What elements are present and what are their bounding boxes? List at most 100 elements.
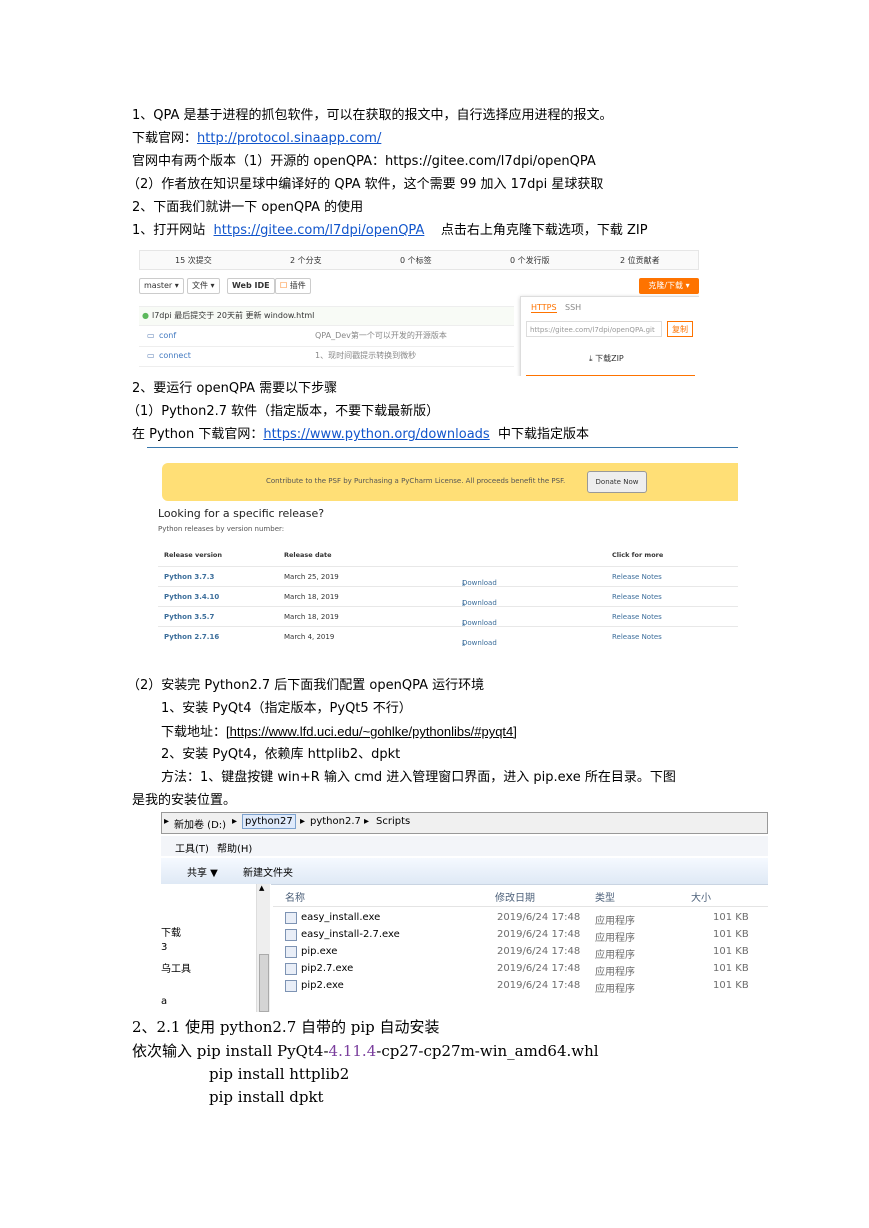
crumb-python2-7[interactable]: python2.7	[310, 816, 361, 827]
release-version[interactable]: Python 2.7.16	[164, 633, 219, 641]
file-type: 应用程序	[595, 984, 635, 995]
tags-stat[interactable]: 0 个标签	[400, 255, 432, 266]
exe-file-icon	[285, 963, 297, 975]
clone-panel: HTTPS SSH https://gitee.com/l7dpi/openQP…	[520, 296, 699, 376]
gitee-screenshot: 15 次提交 2 个分支 0 个标签 0 个发行版 2 位贡献者 master …	[139, 246, 699, 376]
col-type[interactable]: 类型	[595, 889, 615, 904]
nav-item[interactable]: 乌工具	[161, 960, 191, 975]
copy-button[interactable]: 复制	[667, 321, 693, 337]
crumb-scripts[interactable]: Scripts	[376, 816, 410, 827]
python-downloads-link[interactable]: https://www.python.org/downloads	[263, 427, 489, 442]
nav-item[interactable]: a	[161, 996, 167, 1007]
crumb-arrow-icon: ▸	[232, 816, 238, 827]
file-row[interactable]: ▭ connect 1、现时间戳提示转换到微秒	[139, 346, 514, 367]
release-version[interactable]: Python 3.4.10	[164, 593, 219, 601]
top-rule	[147, 447, 738, 448]
file-type: 应用程序	[595, 916, 635, 927]
file-type: 应用程序	[595, 950, 635, 961]
file-type: 应用程序	[595, 967, 635, 978]
para-versions: 官网中有两个版本（1）开源的 openQPA：https://gitee.com…	[132, 154, 596, 169]
nav-item[interactable]: 下载	[161, 924, 181, 939]
file-size: 101 KB	[713, 912, 749, 923]
col-click-more: Click for more	[612, 551, 664, 559]
file-row[interactable]: pip.exe 2019/6/24 17:48 应用程序 101 KB	[273, 944, 768, 961]
cmd-httplib2: pip install httplib2	[209, 1065, 350, 1083]
file-name[interactable]: pip2.7.exe	[301, 963, 353, 974]
web-ide-button[interactable]: Web IDE	[227, 278, 275, 294]
clone-download-button[interactable]: 克隆/下载 ▾	[639, 278, 699, 294]
nav-scrollbar[interactable]: ▲	[256, 884, 270, 1012]
command-bar: 共享 ▼ 新建文件夹	[161, 858, 768, 885]
release-date: March 18, 2019	[284, 613, 339, 621]
clone-url-input[interactable]: https://gitee.com/l7dpi/openQPA.git	[526, 321, 662, 337]
file-name[interactable]: pip.exe	[301, 946, 337, 957]
column-header: 名称 修改日期 类型 大小	[273, 884, 768, 907]
file-row[interactable]: easy_install-2.7.exe 2019/6/24 17:48 应用程…	[273, 927, 768, 944]
plugin-icon: ☐	[280, 281, 288, 290]
plugin-button[interactable]: ☐ 插件	[275, 278, 311, 294]
para-install-pyqt4: 1、安装 PyQt4（指定版本，PyQt5 不行）	[161, 701, 412, 716]
release-notes-link[interactable]: Release Notes	[612, 633, 662, 641]
col-modified[interactable]: 修改日期	[495, 889, 535, 904]
cmd-pyqt4-prefix: 依次输入 pip install PyQt4-	[132, 1042, 329, 1060]
menu-help[interactable]: 帮助(H)	[217, 840, 252, 855]
crumb-arrow-icon: ▸	[364, 816, 370, 827]
file-row[interactable]: ▭ conf QPA_Dev第一个可以开发的开源版本	[139, 326, 514, 347]
col-size[interactable]: 大小	[691, 889, 711, 904]
download-zip-button[interactable]: ⤓ 下载ZIP	[589, 353, 624, 364]
release-row: Python 3.5.7 March 18, 2019 ⤓ Download R…	[158, 606, 738, 627]
commits-stat[interactable]: 15 次提交	[175, 255, 212, 266]
gitee-link[interactable]: https://gitee.com/l7dpi/openQPA	[214, 223, 425, 238]
release-subheading: Python releases by version number:	[158, 525, 285, 533]
file-row[interactable]: easy_install.exe 2019/6/24 17:48 应用程序 10…	[273, 910, 768, 927]
branch-select[interactable]: master ▾	[139, 278, 184, 294]
cmd-pyqt4-suffix: -cp27-cp27m-win_amd64.whl	[376, 1042, 599, 1060]
file-name[interactable]: easy_install.exe	[301, 912, 380, 923]
file-row[interactable]: pip2.exe 2019/6/24 17:48 应用程序 101 KB	[273, 978, 768, 995]
para-pip-auto-install: 2、2.1 使用 python2.7 自带的 pip 自动安装	[132, 1018, 440, 1036]
crumb-arrow-icon: ▸	[300, 816, 306, 827]
release-notes-link[interactable]: Release Notes	[612, 573, 662, 581]
scroll-thumb[interactable]	[259, 954, 269, 1012]
tab-https[interactable]: HTTPS	[531, 303, 557, 313]
file-row-msg: QPA_Dev第一个可以开发的开源版本	[315, 331, 447, 340]
open-site-label: 1、打开网站	[132, 223, 206, 238]
col-name[interactable]: 名称	[285, 889, 305, 904]
release-notes-link[interactable]: Release Notes	[612, 593, 662, 601]
cmd-dpkt: pip install dpkt	[209, 1088, 324, 1106]
crumb-python27[interactable]: python27	[242, 814, 296, 829]
file-date: 2019/6/24 17:48	[497, 963, 581, 974]
release-version[interactable]: Python 3.7.3	[164, 573, 214, 581]
address-bar[interactable]: ▸ 新加卷 (D:) ▸ python27 ▸ python2.7 ▸ Scri…	[161, 812, 768, 834]
release-row: Python 2.7.16 March 4, 2019 ⤓ Download R…	[158, 626, 738, 647]
tab-ssh[interactable]: SSH	[565, 303, 581, 312]
share-button[interactable]: 共享 ▼	[187, 864, 218, 879]
explorer-screenshot: ▸ 新加卷 (D:) ▸ python27 ▸ python2.7 ▸ Scri…	[161, 812, 768, 1012]
menu-tools[interactable]: 工具(T)	[175, 840, 209, 855]
branches-stat[interactable]: 2 个分支	[290, 255, 322, 266]
pyqt4-link[interactable]: [https://www.lfd.uci.edu/~gohlke/pythonl…	[226, 724, 517, 739]
donate-button[interactable]: Donate Now	[587, 471, 647, 493]
crumb-drive[interactable]: 新加卷 (D:)	[174, 816, 226, 831]
file-date: 2019/6/24 17:48	[497, 929, 581, 940]
file-row[interactable]: pip2.7.exe 2019/6/24 17:48 应用程序 101 KB	[273, 961, 768, 978]
new-folder-button[interactable]: 新建文件夹	[243, 864, 293, 879]
release-notes-link[interactable]: Release Notes	[612, 613, 662, 621]
file-row-msg: 1、现时间戳提示转换到微秒	[315, 351, 417, 360]
releases-stat[interactable]: 0 个发行版	[510, 255, 550, 266]
para-method: 方法：1、键盘按键 win+R 输入 cmd 进入管理窗口界面，进入 pip.e…	[161, 770, 676, 785]
file-name[interactable]: pip2.exe	[301, 980, 344, 991]
avatar: ●	[142, 311, 149, 320]
para-openqpa-usage: 2、下面我们就讲一下 openQPA 的使用	[132, 200, 364, 215]
file-size: 101 KB	[713, 946, 749, 957]
download-icon: ⤓	[589, 354, 593, 363]
file-name[interactable]: easy_install-2.7.exe	[301, 929, 400, 940]
contributors-stat[interactable]: 2 位贡献者	[620, 255, 660, 266]
file-row-name[interactable]: conf	[159, 326, 176, 346]
nav-item[interactable]: 3	[161, 942, 167, 953]
release-version[interactable]: Python 3.5.7	[164, 613, 214, 621]
file-menu-button[interactable]: 文件 ▾	[187, 278, 220, 294]
file-row-name[interactable]: connect	[159, 346, 191, 366]
protocol-link[interactable]: http://protocol.sinaapp.com/	[197, 131, 381, 146]
plugin-label: 插件	[289, 281, 306, 290]
